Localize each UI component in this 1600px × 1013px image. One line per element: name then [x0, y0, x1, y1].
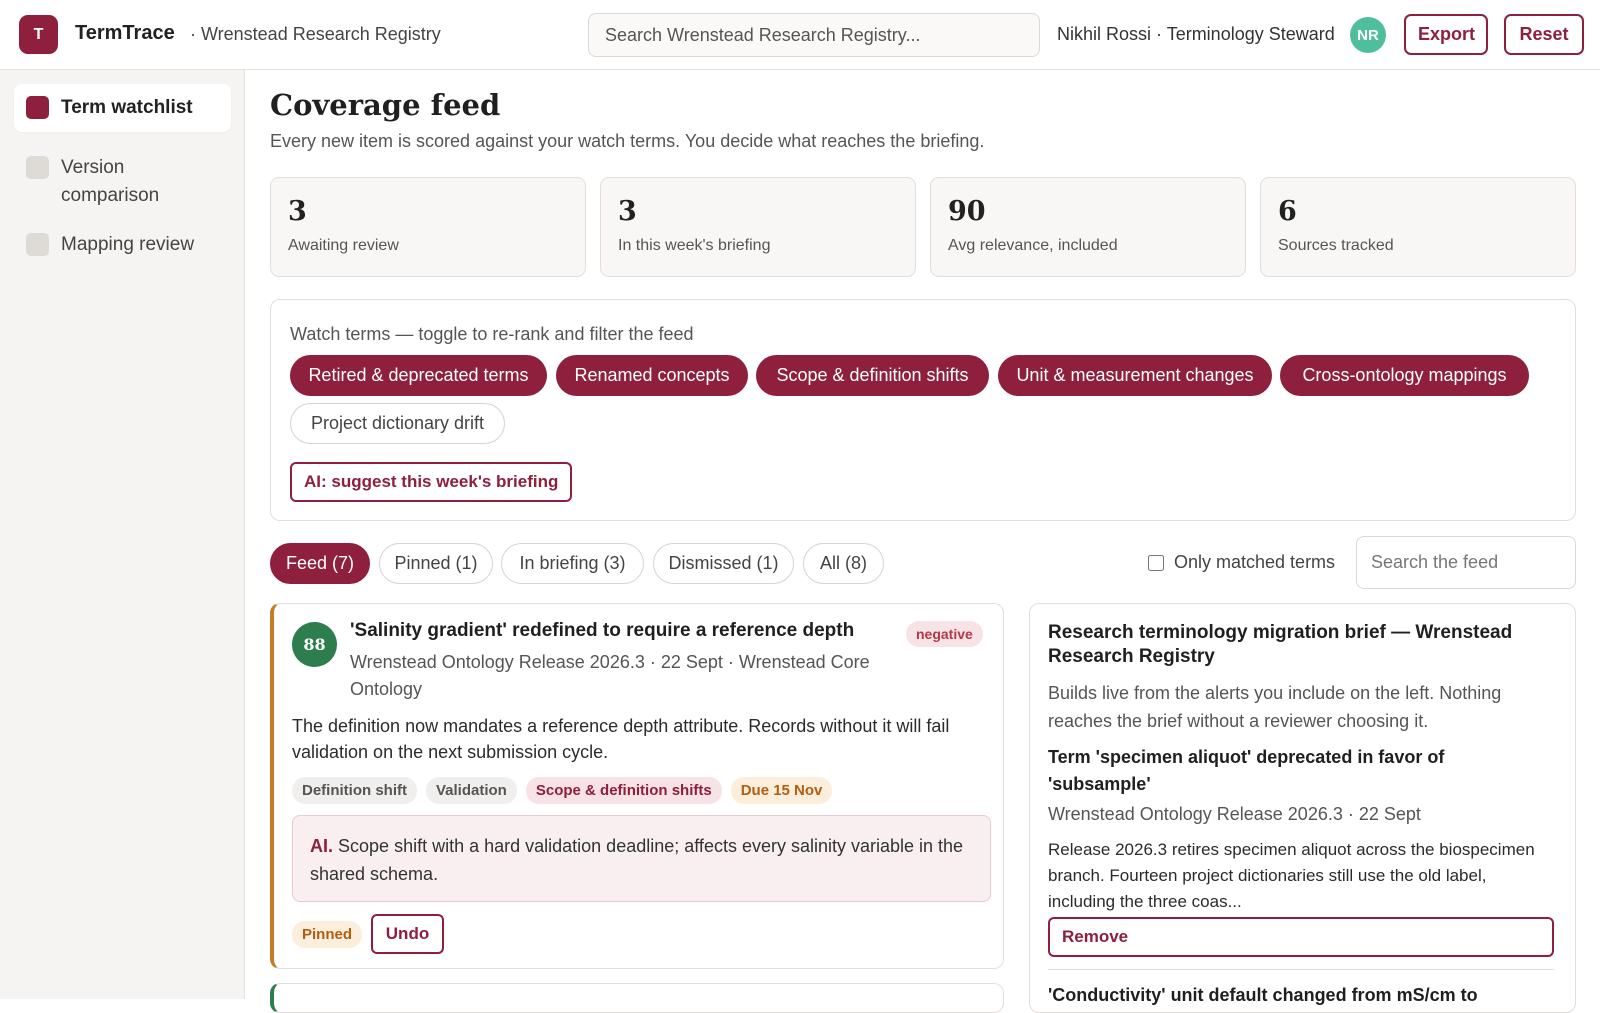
- brief-title: Research terminology migration brief — W…: [1048, 622, 1513, 667]
- feed-card-title[interactable]: 'Salinity gradient' redefined to require…: [350, 620, 890, 642]
- brief-item-meta: Wrenstead Ontology Release 2026.3 · 22 S…: [1048, 804, 1421, 824]
- tab-pinned[interactable]: Pinned (1): [379, 543, 493, 584]
- watch-chip-project-dictionary[interactable]: Project dictionary drift: [290, 403, 505, 444]
- stat-label: Sources tracked: [1278, 237, 1394, 254]
- stat-value: 3: [618, 196, 637, 227]
- square-marker-icon: [26, 156, 49, 179]
- watch-chip-retired-deprecated[interactable]: Retired & deprecated terms: [290, 355, 547, 396]
- watch-chip-unit-measurement[interactable]: Unit & measurement changes: [998, 355, 1272, 396]
- sentiment-badge: negative: [906, 621, 983, 647]
- watch-chip-scope-definition[interactable]: Scope & definition shifts: [756, 355, 989, 396]
- square-marker-icon: [26, 96, 49, 119]
- tab-dismissed[interactable]: Dismissed (1): [653, 543, 794, 584]
- watch-chip-cross-ontology[interactable]: Cross-ontology mappings: [1280, 355, 1529, 396]
- app-logo[interactable]: T: [19, 15, 58, 54]
- stat-value: 6: [1278, 196, 1297, 227]
- sidebar-item-label: Mapping review: [61, 234, 195, 255]
- avatar[interactable]: NR: [1350, 17, 1386, 53]
- feed-card-tags: Definition shift Validation Scope & defi…: [292, 777, 833, 804]
- square-marker-icon: [26, 233, 49, 256]
- brief-item-body: Release 2026.3 retires specimen aliquot …: [1048, 840, 1535, 911]
- feed-search-input[interactable]: [1356, 536, 1576, 589]
- stat-value: 90: [948, 196, 986, 227]
- ai-suggest-briefing-button[interactable]: AI: suggest this week's briefing: [290, 462, 573, 502]
- page-description: Every new item is scored against your wa…: [270, 131, 985, 151]
- tag-validation: Validation: [426, 777, 517, 804]
- reset-button[interactable]: Reset: [1504, 14, 1584, 55]
- tag-due-date: Due 15 Nov: [730, 777, 833, 804]
- briefing-panel: Research terminology migration brief — W…: [1029, 603, 1576, 1013]
- sidebar: Term watchlist Version comparison Mappin…: [0, 70, 245, 999]
- ai-rationale: AI. Scope shift with a hard validation d…: [292, 815, 991, 902]
- user-label: Nikhil Rossi · Terminology Steward: [1057, 24, 1335, 44]
- stat-card-sources-tracked: 6 Sources tracked: [1260, 177, 1576, 277]
- page-title: Coverage feed: [270, 88, 501, 122]
- sidebar-item-mapping-review[interactable]: Mapping review: [14, 221, 231, 269]
- top-bar: T TermTrace · Wrenstead Research Registr…: [0, 0, 1600, 70]
- stat-label: In this week's briefing: [618, 237, 771, 254]
- tag-matched-term: Scope & definition shifts: [525, 777, 722, 804]
- feed-card[interactable]: 88 'Salinity gradient' redefined to requ…: [270, 603, 1004, 969]
- export-button[interactable]: Export: [1404, 14, 1488, 55]
- ai-rationale-text: Scope shift with a hard validation deadl…: [310, 836, 964, 884]
- sidebar-item-label: Version comparison: [61, 157, 160, 206]
- feed-card-next[interactable]: [270, 983, 1004, 1013]
- only-matched-label: Only matched terms: [1174, 552, 1336, 572]
- tab-all[interactable]: All (8): [803, 543, 884, 584]
- undo-button[interactable]: Undo: [371, 914, 444, 954]
- workspace-name: · Wrenstead Research Registry: [190, 24, 441, 44]
- app-name: TermTrace: [75, 22, 175, 44]
- divider: [1048, 969, 1554, 970]
- tag-definition-shift: Definition shift: [292, 777, 417, 804]
- brief-item-title: 'Conductivity' unit default changed from…: [1048, 985, 1478, 1005]
- tab-feed[interactable]: Feed (7): [270, 543, 370, 584]
- remove-from-brief-button[interactable]: Remove: [1048, 917, 1554, 957]
- brief-description: Builds live from the alerts you include …: [1048, 683, 1502, 731]
- tab-in-briefing[interactable]: In briefing (3): [501, 543, 644, 584]
- stat-card-avg-relevance: 90 Avg relevance, included: [930, 177, 1246, 277]
- stat-card-in-briefing: 3 In this week's briefing: [600, 177, 916, 277]
- sidebar-item-label: Term watchlist: [61, 97, 193, 118]
- feed-card-meta: Wrenstead Ontology Release 2026.3 · 22 S…: [350, 652, 870, 699]
- watch-terms-panel: Watch terms — toggle to re-rank and filt…: [270, 299, 1576, 521]
- watch-chip-renamed-concepts[interactable]: Renamed concepts: [556, 355, 748, 396]
- only-matched-toggle[interactable]: Only matched terms: [1148, 552, 1335, 573]
- global-search-input[interactable]: [588, 13, 1040, 57]
- sidebar-item-version-comparison[interactable]: Version comparison: [14, 144, 231, 220]
- stat-label: Avg relevance, included: [948, 237, 1118, 254]
- ai-label: AI.: [310, 836, 334, 856]
- watch-terms-title: Watch terms — toggle to re-rank and filt…: [290, 324, 694, 344]
- feed-card-body: The definition now mandates a reference …: [292, 716, 950, 762]
- stat-value: 3: [288, 196, 307, 227]
- stat-label: Awaiting review: [288, 237, 399, 254]
- pinned-badge: Pinned: [292, 921, 363, 948]
- only-matched-checkbox[interactable]: [1148, 554, 1164, 571]
- stat-card-awaiting-review: 3 Awaiting review: [270, 177, 586, 277]
- relevance-score: 88: [292, 622, 337, 667]
- sidebar-item-term-watchlist[interactable]: Term watchlist: [14, 84, 231, 132]
- brief-item-title: Term 'specimen aliquot' deprecated in fa…: [1048, 747, 1445, 794]
